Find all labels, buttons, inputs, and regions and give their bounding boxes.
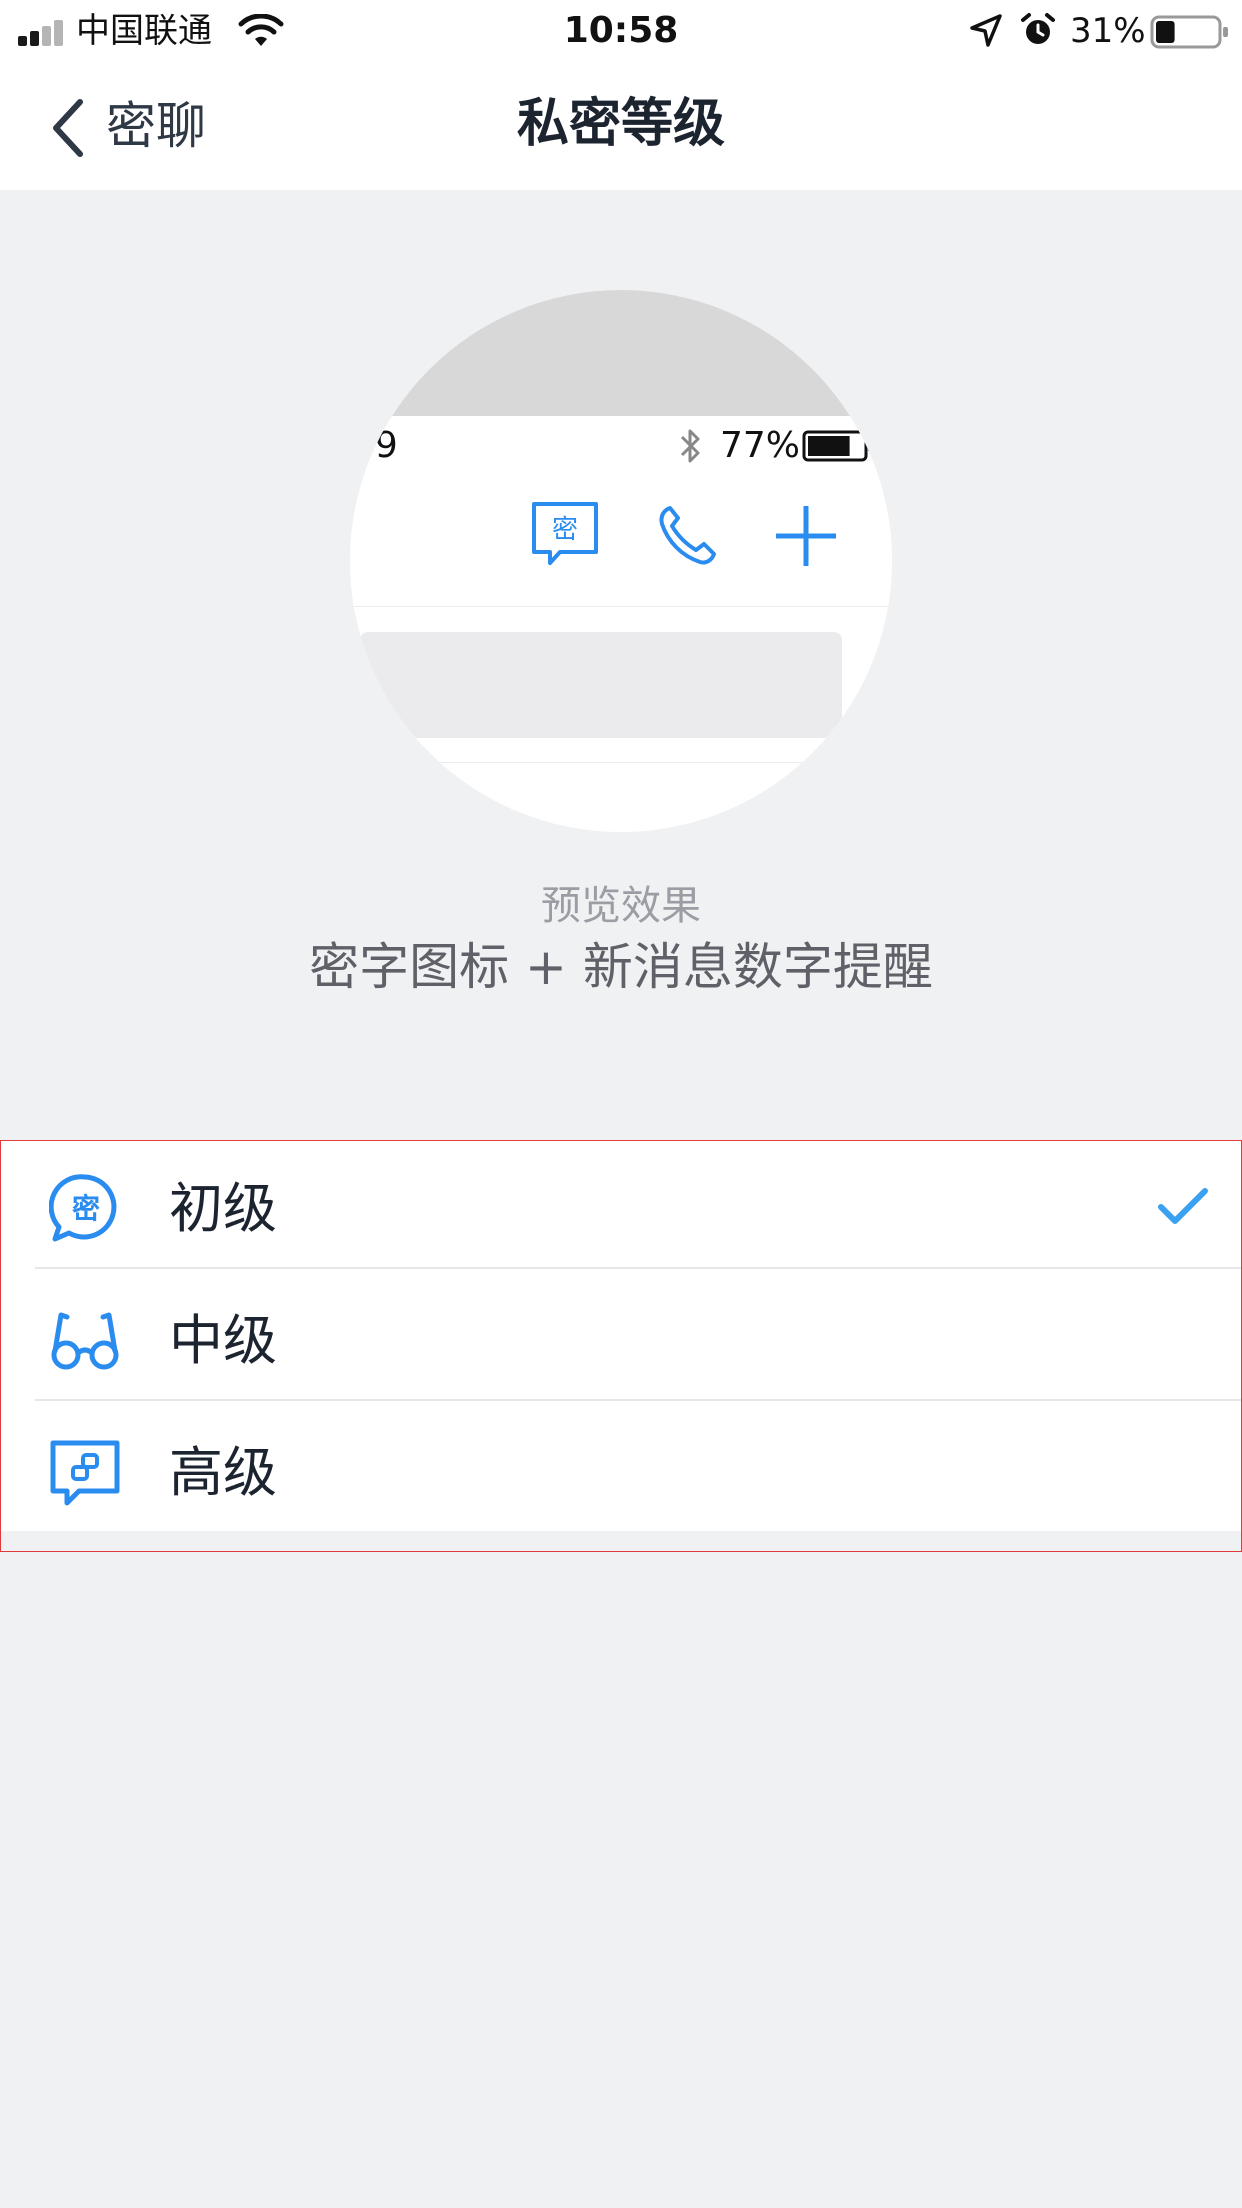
preview-top-area: [350, 290, 892, 416]
preview-label: 预览效果: [541, 883, 701, 929]
bluetooth-icon: [680, 429, 700, 463]
preview-status-bar: 59 77%: [350, 416, 892, 477]
option-intermediate[interactable]: 中级: [1, 1273, 1241, 1405]
preview-image: 59 77% 密: [350, 290, 892, 832]
checkmark-icon: [1158, 1188, 1208, 1224]
battery-percent: 31%: [1070, 11, 1146, 51]
hidden-chat-icon: [50, 1440, 120, 1506]
privacy-level-list: 密 初级 中级 高级: [0, 1140, 1242, 1552]
mi-glyph: 密: [552, 515, 578, 545]
status-bar: 中国联通 10:58 31%: [0, 0, 1242, 62]
phone-icon: [659, 506, 716, 565]
battery-icon: [1150, 15, 1228, 49]
list-divider: [35, 1399, 1241, 1401]
mi-badge-glyph: 密: [72, 1192, 100, 1225]
preview-message-bubble: [360, 632, 842, 738]
preview-time: 59: [352, 425, 398, 466]
preview-action-bar: 密: [350, 476, 892, 607]
plus-icon: [776, 506, 836, 566]
list-divider: [35, 1267, 1241, 1269]
preview-battery-percent: 77%: [720, 425, 801, 466]
mi-chat-icon: 密: [532, 502, 598, 565]
option-basic[interactable]: 密 初级: [1, 1141, 1241, 1273]
alarm-icon: [1021, 13, 1055, 44]
mi-badge-icon: 密: [49, 1174, 117, 1242]
option-advanced[interactable]: 高级: [1, 1405, 1241, 1537]
option-label: 初级: [169, 1177, 277, 1240]
preview-battery-icon: [802, 430, 872, 462]
page-title: 私密等级: [516, 94, 725, 154]
preview-description: 密字图标 + 新消息数字提醒: [309, 938, 933, 996]
option-label: 中级: [169, 1309, 277, 1372]
glasses-icon: [51, 1312, 119, 1370]
location-arrow-icon: [970, 14, 1002, 47]
nav-bar: 密聊 私密等级: [0, 62, 1242, 190]
preview-divider: [350, 762, 892, 763]
option-label: 高级: [169, 1441, 277, 1504]
